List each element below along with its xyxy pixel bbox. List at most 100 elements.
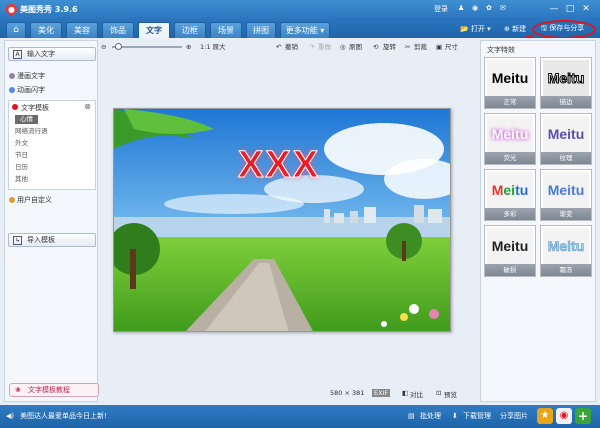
effect-preview: Meitu — [487, 172, 533, 208]
login-link[interactable]: 登录 — [434, 4, 448, 14]
anim-icon — [9, 87, 15, 93]
comic-text-label: 漫画文字 — [17, 72, 45, 80]
rotate-button[interactable]: 旋转 — [383, 42, 396, 52]
app-logo-icon: ● — [6, 4, 17, 15]
original-icon[interactable]: ◎ — [340, 42, 346, 52]
tab-frame[interactable]: 边框 — [174, 22, 206, 38]
weibo-icon[interactable]: ◉ — [472, 4, 478, 12]
exif-badge[interactable]: EXIF — [372, 389, 391, 397]
effect-frost[interactable]: Meitu 霜冻 — [540, 225, 592, 277]
custom-item[interactable]: 用户自定义 — [17, 195, 52, 205]
comic-text-item[interactable]: 漫画文字 — [17, 71, 45, 81]
rotate-icon[interactable]: ⟲ — [373, 42, 378, 52]
effect-caption: 描边 — [541, 96, 591, 108]
text-a-icon: A — [13, 50, 22, 59]
add-icon[interactable]: + — [575, 408, 591, 424]
template-item-mood[interactable]: 心情 — [15, 115, 38, 124]
left-panel: A 输入文字 漫画文字 动画闪字 文字模板 ⊗ 心情 网络流行语 外文 节日 日… — [4, 40, 99, 402]
zoom-out-icon[interactable]: ⊖ — [101, 42, 106, 52]
anim-text-label: 动画闪字 — [17, 86, 45, 94]
preview-icon[interactable]: ⊡ — [436, 389, 441, 397]
template-item-festival[interactable]: 节日 — [15, 151, 28, 160]
effect-normal[interactable]: Meitu 正常 — [484, 57, 536, 109]
redo-button[interactable]: 重做 — [318, 42, 331, 52]
zoom-in-icon[interactable]: ⊕ — [186, 42, 191, 52]
effect-colorful[interactable]: Meitu 多彩 — [484, 169, 536, 221]
effect-preview: Meitu — [487, 116, 533, 152]
input-text-button[interactable]: A 输入文字 — [8, 47, 96, 61]
resize-icon[interactable]: ▣ — [436, 42, 442, 52]
zoom-slider[interactable] — [112, 46, 182, 48]
message-icon[interactable]: ✉ — [500, 4, 506, 12]
weibo-share-icon[interactable]: ◉ — [556, 408, 572, 424]
import-icon: ↳ — [13, 236, 22, 245]
title-bar: ● 美图秀秀 3.9.6 登录 ♟ ◉ ✿ ✉ — □ ✕ — [0, 0, 600, 20]
undo-button[interactable]: 撤销 — [285, 42, 298, 52]
effect-stroke[interactable]: Meitu 描边 — [540, 57, 592, 109]
effect-caption: 霜冻 — [541, 264, 591, 276]
download-icon[interactable]: ⬇ — [452, 412, 458, 421]
star-icon[interactable]: ★ — [537, 408, 553, 424]
app-title: 美图秀秀 3.9.6 — [20, 5, 78, 14]
tab-more[interactable]: 更多功能 ▾ — [280, 22, 330, 38]
effect-caption: 正常 — [485, 96, 535, 108]
tab-accessory[interactable]: 饰品 — [102, 22, 134, 38]
original-button[interactable]: 原图 — [349, 42, 362, 52]
download-button[interactable]: 下载管理 — [463, 412, 491, 421]
template-label[interactable]: 文字模板 — [21, 103, 49, 113]
news-ticker[interactable]: 美图达人最爱单品今日上新! — [20, 412, 107, 421]
template-item-popular[interactable]: 网络流行语 — [15, 127, 48, 136]
original-size-button[interactable]: 1:1 原大 — [200, 42, 226, 52]
batch-button[interactable]: 批处理 — [420, 412, 441, 421]
bottom-bar: ◀) 美图达人最爱单品今日上新! ▤ 批处理 ⬇ 下载管理 分享图片 ★ ◉ + — [0, 405, 600, 428]
effect-caption: 多彩 — [485, 208, 535, 220]
user-icon[interactable]: ♟ — [458, 4, 464, 12]
heart-icon — [12, 104, 18, 110]
photo-text-overlay[interactable]: XXX — [237, 144, 320, 187]
anim-text-item[interactable]: 动画闪字 — [17, 85, 45, 95]
photo-canvas[interactable]: XXX — [113, 108, 451, 332]
effect-caption: 荧光 — [485, 152, 535, 164]
effect-preview: Meitu — [543, 172, 589, 208]
minimize-button[interactable]: — — [548, 3, 560, 15]
resize-button[interactable]: 尺寸 — [445, 42, 458, 52]
tab-text[interactable]: 文字 — [138, 22, 170, 38]
batch-icon[interactable]: ▤ — [408, 412, 415, 421]
tab-scene[interactable]: 场景 — [210, 22, 242, 38]
crop-icon[interactable]: ✂ — [405, 42, 410, 52]
compare-icon[interactable]: ◧ — [402, 389, 408, 397]
template-item-foreign[interactable]: 外文 — [15, 139, 28, 148]
crop-button[interactable]: 剪裁 — [414, 42, 427, 52]
highlight-ellipse — [532, 20, 596, 39]
custom-folder-icon — [9, 197, 15, 203]
tab-beautify[interactable]: 美化 — [30, 22, 62, 38]
effect-preview: Meitu — [487, 228, 533, 264]
close-button[interactable]: ✕ — [580, 3, 592, 15]
tab-collage[interactable]: 拼图 — [246, 22, 276, 38]
compare-button[interactable]: 对比 — [410, 389, 423, 399]
template-guide-button[interactable]: ❀ 文字模板教程 — [9, 383, 99, 397]
undo-icon[interactable]: ↶ — [276, 42, 281, 52]
import-label: 导入模板 — [27, 236, 55, 244]
preview-button[interactable]: 预览 — [444, 389, 457, 399]
redo-icon[interactable]: ↷ — [309, 42, 314, 52]
template-item-calendar[interactable]: 日历 — [15, 163, 28, 172]
import-template-button[interactable]: ↳ 导入模板 — [8, 233, 96, 247]
effect-texture[interactable]: Meitu 纹理 — [540, 113, 592, 165]
maximize-button[interactable]: □ — [564, 3, 576, 15]
template-item-other[interactable]: 其他 — [15, 175, 28, 184]
tab-makeup[interactable]: 美容 — [66, 22, 98, 38]
custom-label: 用户自定义 — [17, 196, 52, 204]
effect-gradient[interactable]: Meitu 渐变 — [540, 169, 592, 221]
zoom-slider-knob[interactable] — [115, 43, 122, 50]
effect-preview: Meitu — [487, 60, 533, 96]
effect-glow[interactable]: Meitu 荧光 — [484, 113, 536, 165]
home-tab-icon[interactable]: ⌂ — [6, 22, 26, 38]
settings-icon[interactable]: ✿ — [486, 4, 492, 12]
image-size: 580 × 381 — [330, 389, 365, 397]
share-button[interactable]: 分享图片 — [500, 412, 528, 421]
guide-label: 文字模板教程 — [28, 386, 70, 394]
landscape-image — [114, 109, 450, 331]
template-close-icon[interactable]: ⊗ — [84, 102, 91, 111]
effect-broken[interactable]: Meitu 破损 — [484, 225, 536, 277]
